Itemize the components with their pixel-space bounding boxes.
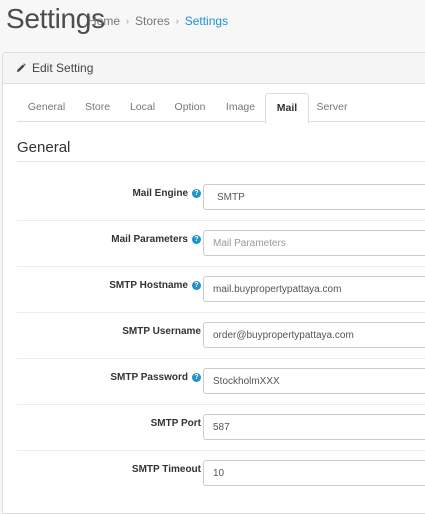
smtp-username-label: SMTP Username <box>122 326 201 337</box>
section-legend: General <box>17 139 71 156</box>
mail-parameters-label: Mail Parameters ? <box>111 234 201 245</box>
page-header: Settings Home › Stores › Settings <box>0 0 425 42</box>
mail-engine-label-text: Mail Engine <box>132 188 188 199</box>
form-row-smtp-port: SMTP Port 587 <box>17 404 425 451</box>
form-row-smtp-hostname: SMTP Hostname ? mail.buypropertypattaya.… <box>17 266 425 313</box>
settings-tabs: General Store Local Option Image Mail Se… <box>17 93 425 124</box>
smtp-password-label-text: SMTP Password <box>110 372 188 383</box>
form-row-mail-parameters: Mail Parameters ? Mail Parameters <box>17 220 425 267</box>
chevron-right-icon: › <box>126 16 130 26</box>
form-row-mail-engine: Mail Engine ? SMTP <box>17 174 425 221</box>
smtp-port-input[interactable]: 587 <box>203 414 425 440</box>
tab-mail[interactable]: Mail <box>265 93 309 124</box>
tab-server[interactable]: Server <box>307 93 357 121</box>
mail-parameters-input[interactable]: Mail Parameters <box>203 230 425 256</box>
tab-local[interactable]: Local <box>121 93 164 121</box>
help-icon[interactable]: ? <box>192 373 201 382</box>
breadcrumb: Home › Stores › Settings <box>88 14 228 28</box>
smtp-password-label: SMTP Password ? <box>110 372 201 383</box>
edit-setting-panel: Edit Setting General Store Local Option … <box>2 52 425 514</box>
form-row-smtp-password: SMTP Password ? StockholmXXX <box>17 358 425 405</box>
panel-heading-title: Edit Setting <box>32 61 94 75</box>
mail-engine-select[interactable]: SMTP <box>203 184 425 210</box>
breadcrumb-settings[interactable]: Settings <box>185 14 228 28</box>
smtp-hostname-label-text: SMTP Hostname <box>109 280 188 291</box>
smtp-username-label-text: SMTP Username <box>122 326 201 337</box>
mail-parameters-label-text: Mail Parameters <box>111 234 188 245</box>
smtp-password-input[interactable]: StockholmXXX <box>203 368 425 394</box>
smtp-port-label: SMTP Port <box>151 418 201 429</box>
tab-image[interactable]: Image <box>216 93 265 121</box>
smtp-timeout-input[interactable]: 10 <box>203 460 425 486</box>
pencil-icon <box>17 63 26 72</box>
tab-store[interactable]: Store <box>74 93 121 121</box>
tab-option[interactable]: Option <box>164 93 216 121</box>
form-row-smtp-username: SMTP Username order@buypropertypattaya.c… <box>17 312 425 359</box>
help-icon[interactable]: ? <box>192 189 201 198</box>
mail-engine-label: Mail Engine ? <box>132 188 201 199</box>
legend-divider <box>17 161 425 162</box>
panel-heading: Edit Setting <box>3 53 425 84</box>
smtp-username-input[interactable]: order@buypropertypattaya.com <box>203 322 425 348</box>
smtp-hostname-label: SMTP Hostname ? <box>109 280 201 291</box>
smtp-timeout-label-text: SMTP Timeout <box>131 464 201 475</box>
breadcrumb-home[interactable]: Home <box>88 14 120 28</box>
smtp-hostname-input[interactable]: mail.buypropertypattaya.com <box>203 276 425 302</box>
breadcrumb-stores[interactable]: Stores <box>135 14 170 28</box>
smtp-port-label-text: SMTP Port <box>150 418 201 429</box>
help-icon[interactable]: ? <box>192 235 201 244</box>
help-icon[interactable]: ? <box>192 281 201 290</box>
chevron-right-icon: › <box>175 16 179 26</box>
form-row-smtp-timeout: SMTP Timeout 10 <box>17 450 425 496</box>
smtp-timeout-label: SMTP Timeout <box>132 464 201 475</box>
tab-general[interactable]: General <box>19 93 74 121</box>
